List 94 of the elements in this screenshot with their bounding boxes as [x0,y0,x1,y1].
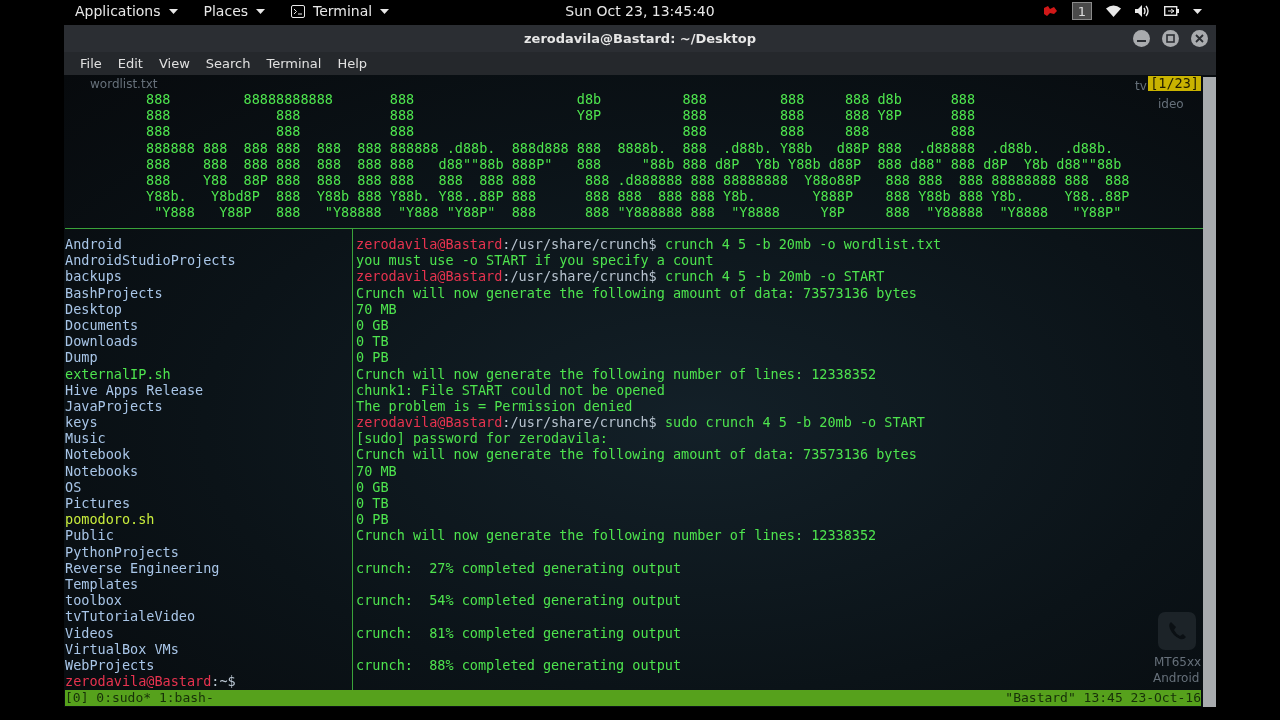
desktop-icon-label: tv [1135,79,1147,93]
panel-menu[interactable]: Places [195,0,274,22]
file-name: Documents [65,316,139,334]
command-text: crunch 4 5 -b 20mb -o START [664,268,885,285]
file-name: Notebooks [65,462,139,479]
file-name: Videos [65,624,114,641]
desktop-icon-label: ideo [1158,97,1184,111]
maximize-icon [1166,34,1175,43]
panel-menu[interactable]: Terminal [283,0,398,22]
file-name: Music [65,430,106,447]
maximize-button[interactable] [1162,30,1179,47]
caret-icon [256,8,266,14]
file-name: pomodoro.sh [65,511,155,528]
menu-item[interactable]: Terminal [258,54,330,73]
caret-icon [380,8,390,14]
file-name: AndroidStudioProjects [65,252,236,269]
command-text: sudo crunch 4 5 -b 20mb -o START [664,414,925,431]
caret-icon [168,8,178,14]
close-icon [1195,34,1204,43]
file-name: Desktop [65,300,122,317]
file-name: Templates [65,575,139,593]
desktop-icon-label: wordlist.txt [90,77,158,91]
output-line: you must use -o START if you specify a count [356,252,714,269]
volume-icon[interactable] [1135,5,1150,17]
file-name: PythonProjects [65,543,179,560]
caret-icon [1193,8,1202,14]
file-name: Public [65,527,114,544]
file-name: externalIP.sh [65,365,171,382]
file-name: Dump [65,349,98,366]
menu-item[interactable]: Help [329,54,376,73]
prompt-user: zerodavila@Bastard [356,268,503,285]
prompt-user: zerodavila@Bastard [356,414,503,431]
output-line: 0 PB [356,511,389,528]
prompt-path: :/usr/share/crunch$ [502,236,657,252]
file-name: Notebook [65,446,131,463]
file-name: toolbox [65,592,122,609]
output-line: crunch: 81% completed generating output [356,624,682,641]
output-line: crunch: 54% completed generating output [356,592,682,609]
output-line: Crunch will now generate the following amount of data: 73573136 bytes [356,446,917,463]
output-line: 70 MB [356,300,397,317]
output-line: Crunch will now generate the following number of lines: 12338352 [356,527,877,544]
terminal-icon [291,4,306,18]
window-list[interactable]: [0] 0:sudo* 1:bash- [65,690,214,706]
file-name: Hive Apps Release [65,381,204,398]
file-name: VirtualBox VMs [65,640,179,657]
file-name: OS [65,478,82,495]
battery-icon[interactable] [1164,6,1179,16]
scroll-position-badge: [1/23] [1148,76,1201,91]
wifi-icon[interactable] [1106,5,1121,17]
output-line: chunk1: File START could not be opened [356,381,665,398]
menu-item[interactable]: File [72,54,110,73]
file-name: Pictures [65,495,131,512]
prompt-path: :~$ [211,673,236,690]
output-line: [sudo] password for zerodavila: [356,430,608,447]
file-name: JavaProjects [65,397,163,415]
file-name: keys [65,414,98,431]
desktop-icon-label: Android [1153,671,1200,685]
prompt-user: zerodavila@Bastard [356,236,503,252]
clock[interactable]: Sun Oct 23, 13:45:40 [561,3,719,19]
menu-item[interactable]: Edit [109,54,151,73]
panel-menu[interactable]: Applications [67,0,186,22]
menu-item[interactable]: View [150,54,198,73]
close-button[interactable] [1191,30,1208,47]
file-name: Downloads [65,333,139,350]
desktop-icon-label: MT65xx [1154,655,1202,669]
status-indicator-icon[interactable] [1042,5,1058,17]
prompt-user: zerodavila@Bastard [65,673,212,690]
status-info: "Bastard" 13:45 23-Oct-16 [1005,690,1201,706]
output-line: Crunch will now generate the following number of lines: 12338352 [356,365,877,382]
scrollbar[interactable] [1203,77,1216,707]
output-line: crunch: 88% completed generating output [356,656,682,674]
ascii-art-text: 888 88888888888 888 d8b 888 888 888 d8b 888 888 888 888 Y8P 888 888 888 Y8P 888 888 888 888 888 888 888 888 888888 888 888 888 888 888 888888 .d88b. 888d888 888 8888b. 888 .d88b. Y88b d88P 888 .d88888 .d88b. .d88b. 888 888 888 888 888 888 888 d88""88b 888P" 888 "88b 888 d8P Y8b Y88b d88P 888 d88" 888 d8P Y8b d88""88b 888 Y88 88P 888 888 888 888 888 888 888 888 .d888888 888 88888888 Y88o88P 888 888 888 88888888 888 888 Y88b. Y8bd8P 888 Y88b 888 Y88b. Y88..88P 888 888 888 888 888 Y8b. Y888P 888 Y88b 888 Y8b. Y88..88P "Y888 Y88P 888 "Y88888 "Y888 "Y88P" 888 888 "Y888888 888 "Y8888 Y8P 888 "Y88888 "Y8888 "Y88P" [146,91,1130,221]
file-name: Reverse Engineering [65,559,220,576]
file-name: WebProjects [65,656,155,674]
file-name: Android [65,236,122,253]
output-line: 0 GB [356,316,389,334]
command-text: crunch 4 5 -b 20mb -o wordlist.txt [664,236,942,252]
output-line: 0 PB [356,349,389,366]
minimize-button[interactable] [1133,30,1150,47]
output-line: The problem is = Permission denied [356,397,633,415]
file-name: backups [65,268,122,285]
file-name: BashProjects [65,284,163,301]
output-line: 0 GB [356,478,389,495]
workspace-button[interactable]: 1 [1072,2,1092,20]
output-line: Crunch will now generate the following amount of data: 73573136 bytes [356,284,917,301]
output-line: crunch: 27% completed generating output [356,559,682,576]
menu-item[interactable]: Search [197,54,259,73]
file-name: tvTutorialeVideo [65,608,196,625]
output-line: 70 MB [356,462,397,479]
prompt-path: :/usr/share/crunch$ [502,414,657,431]
output-line: 0 TB [356,495,389,512]
window-title: zerodavila@Bastard: ~/Desktop [524,31,756,46]
output-line: 0 TB [356,333,389,350]
prompt-path: :/usr/share/crunch$ [502,268,657,285]
